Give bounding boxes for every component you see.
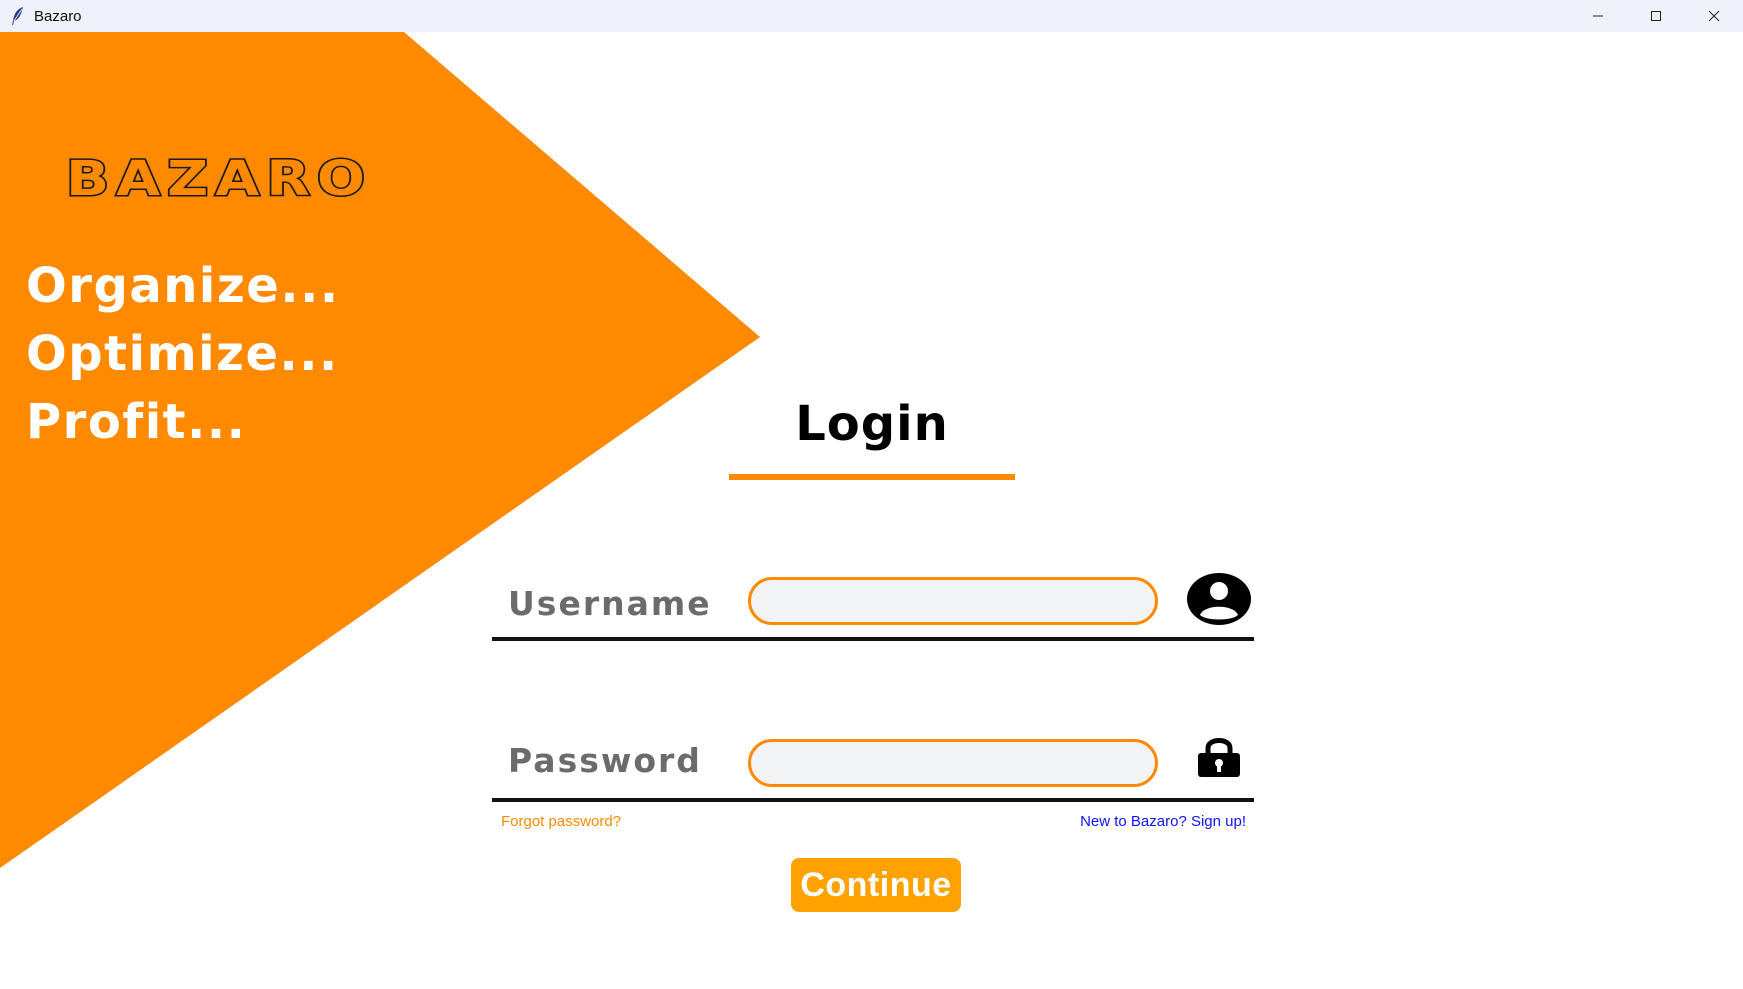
password-input[interactable] [748,739,1158,787]
forgot-password-link[interactable]: Forgot password? [501,814,621,829]
app-window: Bazaro BAZARO Organize... Optimize... Pr… [0,0,1743,989]
window-controls [1569,0,1743,32]
minimize-button[interactable] [1569,0,1627,32]
tagline-profit: Profit... [26,394,247,450]
login-heading-underline [729,474,1015,480]
brand-logo: BAZARO [64,151,373,207]
continue-button[interactable]: Continue [791,858,961,912]
signup-link[interactable]: New to Bazaro? Sign up! [1080,814,1246,829]
password-underline [492,798,1254,802]
minimize-icon [1593,15,1603,17]
username-input[interactable] [748,577,1158,625]
title-bar: Bazaro [0,0,1743,32]
window-title: Bazaro [34,7,82,25]
password-label: Password [508,741,702,780]
username-underline [492,637,1254,641]
tagline-organize: Organize... [26,258,340,314]
login-heading: Login [795,396,949,452]
maximize-button[interactable] [1627,0,1685,32]
feather-icon [10,6,26,26]
maximize-icon [1651,11,1661,21]
username-label: Username [508,584,712,623]
tagline-optimize: Optimize... [26,326,339,382]
close-icon [1708,10,1720,22]
close-button[interactable] [1685,0,1743,32]
lock-icon [1198,738,1240,777]
user-circle-icon [1187,573,1251,625]
